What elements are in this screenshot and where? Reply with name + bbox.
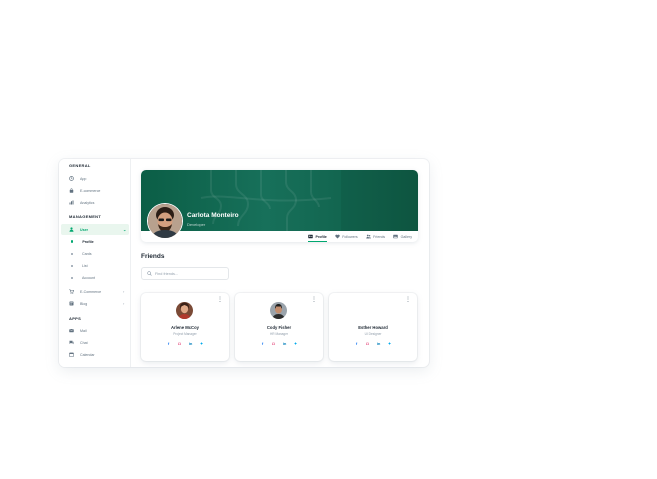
section-management: MANAGEMENT [69, 214, 102, 219]
sidebar-item-label: Calendar [80, 352, 95, 357]
facebook-icon[interactable]: f [260, 341, 265, 346]
sidebar-item-user[interactable]: User ⌄ [61, 224, 129, 235]
friend-name: Cody Fisher [266, 325, 292, 330]
friend-card: ⋮ Arlene McCoy Project Manager f ◘ in ✦ [141, 293, 229, 361]
app-window: GENERAL App E-commerce Analytics MANAGEM… [59, 159, 429, 367]
search-input[interactable]: Find friends... [141, 267, 229, 280]
sidebar-item-calendar[interactable]: Calendar [61, 349, 129, 360]
image-icon [393, 234, 398, 239]
profile-cover-card: Carlota Monteiro Developer Profile Follo… [141, 170, 418, 242]
sidebar-subitem-list[interactable]: List [61, 260, 129, 271]
section-apps: APPS [69, 316, 82, 321]
social-links: f ◘ in ✦ [141, 341, 229, 346]
social-links: f ◘ in ✦ [329, 341, 417, 346]
sidebar-subitem-label: Cards [82, 251, 92, 256]
profile-role: Developer [187, 222, 206, 227]
facebook-icon[interactable]: f [354, 341, 359, 346]
sidebar-item-label: App [80, 176, 87, 181]
tab-label: Friends [373, 234, 386, 239]
search-placeholder: Find friends... [155, 271, 179, 276]
sidebar-item-blog[interactable]: Blog › [61, 298, 129, 309]
more-vertical-icon[interactable]: ⋮ [311, 297, 317, 303]
avatar [176, 302, 193, 319]
mail-icon [69, 328, 74, 333]
sidebar-item-ecommerce-management[interactable]: E-Commerce › [61, 286, 129, 297]
chat-icon [69, 340, 74, 345]
facebook-icon[interactable]: f [166, 341, 171, 346]
tab-friends[interactable]: Friends [365, 231, 386, 242]
friend-name: Arlene McCoy [171, 325, 199, 330]
friend-role: HR Manager [269, 332, 289, 336]
main-content: Carlota Monteiro Developer Profile Follo… [130, 159, 429, 367]
profile-name: Carlota Monteiro [187, 212, 239, 219]
sidebar-subitem-cards[interactable]: Cards [61, 248, 129, 259]
sidebar-subitem-label: List [82, 263, 88, 268]
sidebar-subitem-account[interactable]: Account [61, 272, 129, 283]
sidebar-subitem-label: Account [82, 275, 95, 280]
friend-name: Esther Howard [358, 325, 388, 330]
twitter-icon[interactable]: ✦ [199, 341, 204, 346]
friend-card: ⋮ Cody Fisher HR Manager f ◘ in ✦ [235, 293, 323, 361]
instagram-icon[interactable]: ◘ [271, 341, 276, 346]
friend-role: UI Designer [364, 332, 382, 336]
sidebar-item-label: E-commerce [80, 188, 101, 193]
chevron-down-icon: ⌄ [123, 227, 127, 232]
linkedin-icon[interactable]: in [188, 341, 193, 346]
friend-card: ⋮ Esther Howard UI Designer f ◘ in ✦ [329, 293, 417, 361]
profile-tabs: Profile Followers Friends Gallery [300, 231, 412, 242]
sidebar-item-label: User [80, 227, 88, 232]
instagram-icon[interactable]: ◘ [177, 341, 182, 346]
tab-label: Gallery [400, 234, 412, 239]
bullet-icon [71, 276, 73, 279]
sidebar-item-ecommerce[interactable]: E-commerce [61, 185, 129, 196]
blog-icon [69, 301, 74, 306]
tab-label: Followers [342, 234, 358, 239]
sidebar-item-label: E-Commerce [80, 289, 102, 294]
chevron-right-icon: › [123, 301, 125, 306]
sidebar-item-app[interactable]: App [61, 173, 129, 184]
sidebar-item-analytics[interactable]: Analytics [61, 197, 129, 208]
more-vertical-icon[interactable]: ⋮ [405, 297, 411, 303]
cart-icon [69, 289, 74, 294]
linkedin-icon[interactable]: in [282, 341, 287, 346]
more-vertical-icon[interactable]: ⋮ [217, 297, 223, 303]
chevron-right-icon: › [123, 289, 125, 294]
social-links: f ◘ in ✦ [235, 341, 323, 346]
linkedin-icon[interactable]: in [376, 341, 381, 346]
tab-followers[interactable]: Followers [335, 231, 358, 242]
sidebar-item-chat[interactable]: Chat [61, 337, 129, 348]
heart-icon [335, 234, 340, 239]
twitter-icon[interactable]: ✦ [293, 341, 298, 346]
sidebar-subitem-profile[interactable]: Profile [61, 236, 129, 247]
sidebar-item-label: Mail [80, 328, 87, 333]
bullet-icon [71, 264, 73, 267]
twitter-icon[interactable]: ✦ [387, 341, 392, 346]
avatar [270, 302, 287, 319]
friends-title: Friends [141, 253, 165, 260]
friend-role: Project Manager [173, 332, 197, 336]
sidebar-item-mail[interactable]: Mail [61, 325, 129, 336]
sidebar: GENERAL App E-commerce Analytics MANAGEM… [59, 159, 131, 367]
calendar-icon [69, 352, 74, 357]
bullet-icon [71, 252, 73, 255]
sidebar-item-label: Chat [80, 340, 88, 345]
tab-gallery[interactable]: Gallery [393, 231, 412, 242]
profile-avatar [147, 203, 183, 239]
sidebar-subitem-label: Profile [82, 239, 94, 244]
sidebar-item-label: Analytics [80, 200, 95, 205]
users-icon [365, 234, 371, 239]
search-icon [147, 271, 152, 276]
shopping-bag-icon [69, 188, 74, 193]
section-general: GENERAL [69, 163, 91, 168]
dashboard-icon [69, 176, 74, 181]
tab-label: Profile [315, 234, 327, 239]
tab-profile[interactable]: Profile [308, 231, 327, 242]
bullet-icon [71, 240, 74, 243]
instagram-icon[interactable]: ◘ [365, 341, 370, 346]
sidebar-item-label: Blog [80, 301, 88, 306]
id-card-icon [308, 234, 313, 239]
chart-icon [69, 200, 74, 205]
user-icon [69, 227, 74, 232]
